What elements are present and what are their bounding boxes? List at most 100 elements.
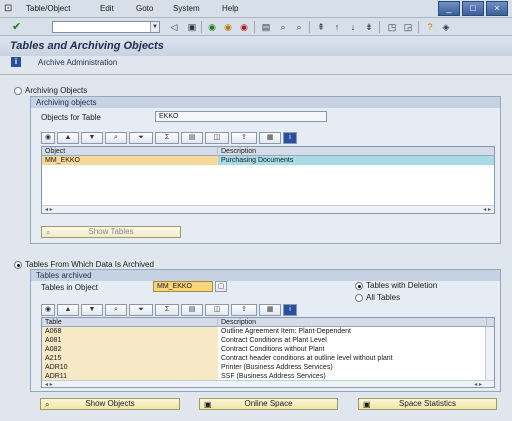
column-header-object[interactable]: Object — [42, 147, 218, 156]
sum-icon[interactable]: Σ — [155, 303, 179, 316]
column-header-description[interactable]: Description — [218, 318, 487, 327]
back-icon[interactable]: ◉ — [206, 21, 218, 33]
shortcut-icon[interactable]: ◲ — [402, 21, 414, 33]
sum-icon[interactable]: Σ — [155, 131, 179, 144]
prev-page-icon[interactable]: ↑ — [331, 21, 343, 33]
table-name-cell[interactable]: A082 — [42, 345, 218, 354]
back-nav-icon[interactable]: ◁ — [168, 21, 180, 33]
tables-archived-group-title: Tables archived — [31, 270, 500, 281]
scroll-right-icon[interactable]: ◂ ▸ — [483, 206, 491, 213]
export-icon[interactable]: ⇪ — [231, 131, 257, 144]
table-row[interactable]: A082 Contract Conditions without Plant — [42, 345, 494, 354]
print-icon[interactable]: ▤ — [181, 131, 203, 144]
filter-icon[interactable]: ⏷ — [129, 303, 153, 316]
alv-toolbar: ◉ ▲ ▼ ⌕ ⏷ Σ ▤ ◫ ⇪ ▦ i — [41, 130, 297, 145]
show-objects-icon: ⌕ — [45, 400, 50, 409]
info-icon[interactable]: i — [11, 57, 21, 67]
layout-icon[interactable]: ▦ — [259, 303, 281, 316]
save-icon[interactable]: ▣ — [186, 21, 198, 33]
menu-goto[interactable]: Goto — [136, 4, 153, 13]
maximize-button[interactable]: □ — [462, 1, 484, 16]
archive-administration-link[interactable]: Archive Administration — [38, 58, 117, 67]
tables-with-deletion-label: Tables with Deletion — [366, 281, 438, 290]
alv-toolbar: ◉ ▲ ▼ ⌕ ⏷ Σ ▤ ◫ ⇪ ▦ i — [41, 302, 297, 317]
scroll-left-icon[interactable]: ◂ ▸ — [45, 206, 53, 213]
table-row[interactable]: A215 Contract header conditions at outli… — [42, 354, 494, 363]
all-tables-radio[interactable] — [355, 294, 363, 302]
info-icon[interactable]: i — [283, 303, 297, 316]
table-row[interactable]: MM_EKKO Purchasing Documents — [42, 156, 494, 165]
menu-help[interactable]: Help — [222, 4, 238, 13]
tables-archived-radio[interactable] — [14, 261, 22, 269]
value-help-icon[interactable]: ▢ — [215, 281, 227, 292]
table-row[interactable]: A081 Contract Conditions at Plant Level — [42, 336, 494, 345]
table-name-cell[interactable]: A215 — [42, 354, 218, 363]
menu-edit[interactable]: Edit — [100, 4, 114, 13]
object-cell[interactable]: MM_EKKO — [42, 156, 218, 165]
horizontal-scrollbar[interactable]: ◂ ▸ ◂ ▸ — [42, 205, 494, 213]
description-cell[interactable]: Contract header conditions at outline le… — [218, 354, 487, 363]
tables-with-deletion-radio[interactable] — [355, 282, 363, 290]
find-icon[interactable]: ⌕ — [105, 303, 127, 316]
print-icon[interactable]: ▤ — [260, 21, 272, 33]
menu-table-object[interactable]: Table/Object — [26, 4, 70, 13]
column-header-table[interactable]: Table — [42, 318, 218, 327]
find-icon[interactable]: ⌕ — [105, 131, 127, 144]
sort-descending-icon[interactable]: ▼ — [81, 131, 103, 144]
find-next-icon[interactable]: ⌕ — [293, 21, 305, 33]
print-icon[interactable]: ▤ — [181, 303, 203, 316]
layout-menu-icon[interactable]: ◈ — [440, 21, 452, 33]
scroll-right-icon[interactable]: ◂ ▸ — [474, 381, 482, 387]
exit-icon[interactable]: ◉ — [222, 21, 234, 33]
sort-descending-icon[interactable]: ▼ — [81, 303, 103, 316]
show-tables-button[interactable]: ⌕ Show Tables — [41, 226, 181, 238]
menu-app-icon[interactable]: ⊡ — [4, 3, 16, 14]
first-page-icon[interactable]: ⇞ — [315, 21, 327, 33]
space-statistics-button[interactable]: ▣ Space Statistics — [358, 398, 497, 410]
horizontal-scrollbar[interactable]: ◂ ▸ ◂ ▸ — [42, 380, 494, 387]
view-icon[interactable]: ◫ — [205, 131, 229, 144]
table-name-cell[interactable]: ADR10 — [42, 363, 218, 372]
sort-ascending-icon[interactable]: ▲ — [57, 131, 79, 144]
description-cell[interactable]: Outline Agreement Item: Plant-Dependent — [218, 327, 487, 336]
archiving-objects-radio[interactable] — [14, 87, 22, 95]
title-bar: Tables and Archiving Objects — [0, 36, 512, 56]
close-window-button[interactable]: × — [486, 1, 508, 16]
filter-icon[interactable]: ⏷ — [129, 131, 153, 144]
command-dropdown-icon[interactable]: ▼ — [150, 22, 159, 32]
layout-icon[interactable]: ▦ — [259, 131, 281, 144]
description-cell[interactable]: Contract Conditions without Plant — [218, 345, 487, 354]
description-cell[interactable]: Purchasing Documents — [218, 156, 494, 165]
table-row[interactable]: ADR10 Printer (Business Address Services… — [42, 363, 494, 372]
online-space-button[interactable]: ▣ Online Space — [199, 398, 338, 410]
objects-for-table-field[interactable]: EKKO — [155, 111, 327, 122]
view-icon[interactable]: ◫ — [205, 303, 229, 316]
column-header-description[interactable]: Description — [218, 147, 494, 156]
description-cell[interactable]: Contract Conditions at Plant Level — [218, 336, 487, 345]
help-icon[interactable]: ? — [424, 21, 436, 33]
vertical-scrollbar[interactable] — [485, 327, 494, 380]
details-icon[interactable]: ◉ — [41, 131, 55, 144]
tables-in-object-field[interactable]: MM_EKKO — [153, 281, 213, 292]
table-row[interactable]: A068 Outline Agreement Item: Plant-Depen… — [42, 327, 494, 336]
sort-ascending-icon[interactable]: ▲ — [57, 303, 79, 316]
show-objects-button[interactable]: ⌕ Show Objects — [40, 398, 180, 410]
info-icon[interactable]: i — [283, 131, 297, 144]
divider — [0, 74, 512, 75]
menu-system[interactable]: System — [173, 4, 200, 13]
scroll-left-icon[interactable]: ◂ ▸ — [45, 381, 53, 387]
command-field[interactable]: ▼ — [52, 21, 160, 33]
cancel-icon[interactable]: ◉ — [238, 21, 250, 33]
minimize-button[interactable]: _ — [438, 1, 460, 16]
tables-in-object-label: Tables in Object — [41, 283, 98, 292]
export-icon[interactable]: ⇪ — [231, 303, 257, 316]
details-icon[interactable]: ◉ — [41, 303, 55, 316]
find-icon[interactable]: ⌕ — [277, 21, 289, 33]
new-session-icon[interactable]: ◳ — [386, 21, 398, 33]
table-name-cell[interactable]: A068 — [42, 327, 218, 336]
description-cell[interactable]: Printer (Business Address Services) — [218, 363, 487, 372]
last-page-icon[interactable]: ⇟ — [363, 21, 375, 33]
table-name-cell[interactable]: A081 — [42, 336, 218, 345]
enter-checkmark-icon[interactable]: ✔ — [12, 20, 21, 33]
next-page-icon[interactable]: ↓ — [347, 21, 359, 33]
